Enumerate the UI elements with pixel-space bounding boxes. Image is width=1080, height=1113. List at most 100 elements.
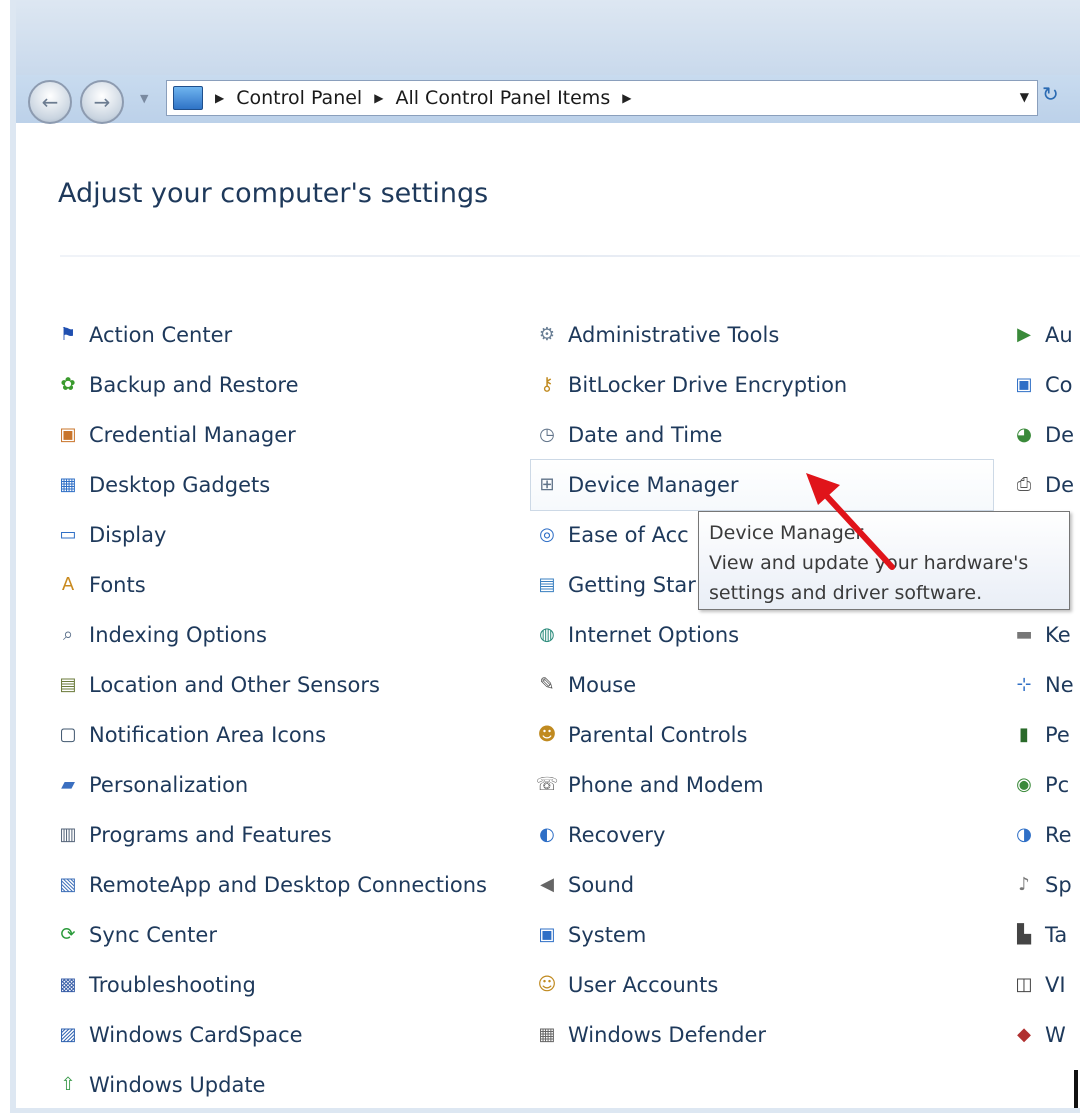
notification-icon: ▢ bbox=[59, 724, 77, 745]
parental-icon: ☻ bbox=[537, 724, 557, 745]
item-label: Co bbox=[1045, 373, 1073, 397]
monitor-icon: ▭ bbox=[59, 524, 77, 545]
vault-icon: ▣ bbox=[59, 424, 77, 445]
item-indexing-options[interactable]: ⌕ Indexing Options bbox=[56, 610, 516, 660]
divider bbox=[60, 255, 1080, 257]
item-label: Sp bbox=[1045, 873, 1072, 897]
autoplay-icon: ▶ bbox=[1017, 324, 1031, 345]
address-bar[interactable]: ▶ Control Panel ▶ All Control Panel Item… bbox=[166, 80, 1038, 116]
control-panel-icon bbox=[173, 86, 203, 110]
item-pe[interactable]: ▮ Pe bbox=[1012, 710, 1080, 760]
sync-icon: ⟳ bbox=[60, 924, 76, 945]
item-administrative-tools[interactable]: ⚙ Administrative Tools bbox=[535, 310, 995, 360]
item-w[interactable]: ◆ W bbox=[1012, 1010, 1080, 1060]
troubleshoot-icon: ▩ bbox=[59, 974, 77, 995]
item-fonts[interactable]: A Fonts bbox=[56, 560, 516, 610]
window-bottom-border bbox=[10, 1108, 1080, 1113]
item-label: System bbox=[568, 923, 647, 947]
item-ne[interactable]: ⊹ Ne bbox=[1012, 660, 1080, 710]
item-desktop-gadgets[interactable]: ▦ Desktop Gadgets bbox=[56, 460, 516, 510]
address-dropdown-icon[interactable]: ▼ bbox=[1020, 90, 1029, 104]
breadcrumb-control-panel[interactable]: Control Panel bbox=[236, 87, 362, 109]
item-action-center[interactable]: ⚑ Action Center bbox=[56, 310, 516, 360]
item-label: Date and Time bbox=[568, 423, 723, 447]
tooltip-line-2: settings and driver software. bbox=[709, 582, 983, 604]
system-icon: ▣ bbox=[538, 924, 556, 945]
item-credential-manager[interactable]: ▣ Credential Manager bbox=[56, 410, 516, 460]
item-programs-and-features[interactable]: ▥ Programs and Features bbox=[56, 810, 516, 860]
item-mouse[interactable]: ✎ Mouse bbox=[535, 660, 995, 710]
recent-pages-dropdown[interactable]: ▼ bbox=[140, 92, 148, 105]
item-label: Sync Center bbox=[89, 923, 217, 947]
item-label: De bbox=[1045, 473, 1075, 497]
item-label: Fonts bbox=[89, 573, 146, 597]
item-label: De bbox=[1045, 423, 1075, 447]
item-pc[interactable]: ◉ Pc bbox=[1012, 760, 1080, 810]
item-windows-cardspace[interactable]: ▨ Windows CardSpace bbox=[56, 1010, 516, 1060]
item-user-accounts[interactable]: ☺ User Accounts bbox=[535, 960, 995, 1010]
item-label: Parental Controls bbox=[568, 723, 748, 747]
performance-icon: ▮ bbox=[1019, 724, 1029, 745]
item-sound[interactable]: ◀ Sound bbox=[535, 860, 995, 910]
item-label: Ease of Acc bbox=[568, 523, 689, 547]
items-column-3: ▶ Au ▣ Co ◕ De ⎙ De ▬ Ke ⊹ Ne ▮ Pe ◉ Pc ◑ Re ♪ Sp ▙ Ta ◫ VI ◆ W bbox=[1012, 310, 1080, 1060]
breadcrumb-chevron-icon[interactable]: ▶ bbox=[622, 91, 631, 105]
item-notification-area-icons[interactable]: ▢ Notification Area Icons bbox=[56, 710, 516, 760]
breadcrumb-chevron-icon[interactable]: ▶ bbox=[374, 91, 383, 105]
speech-icon: ♪ bbox=[1018, 874, 1030, 895]
programs-icon: ▥ bbox=[59, 824, 77, 845]
item-bitlocker-drive-encryption[interactable]: ⚷ BitLocker Drive Encryption bbox=[535, 360, 995, 410]
item-label: RemoteApp and Desktop Connections bbox=[89, 873, 487, 897]
item-parental-controls[interactable]: ☻ Parental Controls bbox=[535, 710, 995, 760]
item-system[interactable]: ▣ System bbox=[535, 910, 995, 960]
taskbar-icon: ▙ bbox=[1017, 924, 1031, 945]
power-icon: ◉ bbox=[1016, 774, 1032, 795]
item-au[interactable]: ▶ Au bbox=[1012, 310, 1080, 360]
item-device-manager[interactable]: ⊞ Device Manager bbox=[530, 459, 994, 511]
item-recovery[interactable]: ◐ Recovery bbox=[535, 810, 995, 860]
breadcrumb-all-items[interactable]: All Control Panel Items bbox=[395, 87, 610, 109]
item-troubleshooting[interactable]: ▩ Troubleshooting bbox=[56, 960, 516, 1010]
back-button[interactable]: ← bbox=[28, 80, 72, 124]
item-ta[interactable]: ▙ Ta bbox=[1012, 910, 1080, 960]
item-display[interactable]: ▭ Display bbox=[56, 510, 516, 560]
item-co[interactable]: ▣ Co bbox=[1012, 360, 1080, 410]
item-label: Notification Area Icons bbox=[89, 723, 327, 747]
flag-icon: ⚑ bbox=[59, 324, 77, 345]
item-ke[interactable]: ▬ Ke bbox=[1012, 610, 1080, 660]
item-de[interactable]: ◕ De bbox=[1012, 410, 1080, 460]
item-vi[interactable]: ◫ VI bbox=[1012, 960, 1080, 1010]
item-label: Au bbox=[1045, 323, 1073, 347]
item-label: Windows Update bbox=[89, 1073, 266, 1097]
item-label: Ne bbox=[1045, 673, 1074, 697]
item-internet-options[interactable]: ◍ Internet Options bbox=[535, 610, 995, 660]
item-backup-and-restore[interactable]: ✿ Backup and Restore bbox=[56, 360, 516, 410]
item-sync-center[interactable]: ⟳ Sync Center bbox=[56, 910, 516, 960]
item-windows-defender[interactable]: ▦ Windows Defender bbox=[535, 1010, 995, 1060]
item-remoteapp-and-desktop-connections[interactable]: ▧ RemoteApp and Desktop Connections bbox=[56, 860, 516, 910]
network-icon: ⊹ bbox=[1016, 674, 1032, 695]
item-label: Programs and Features bbox=[89, 823, 332, 847]
forward-button[interactable]: → bbox=[80, 80, 124, 124]
item-label: Action Center bbox=[89, 323, 233, 347]
item-re[interactable]: ◑ Re bbox=[1012, 810, 1080, 860]
item-personalization[interactable]: ▰ Personalization bbox=[56, 760, 516, 810]
item-location-and-other-sensors[interactable]: ▤ Location and Other Sensors bbox=[56, 660, 516, 710]
item-label: Pe bbox=[1045, 723, 1070, 747]
clock-icon: ◷ bbox=[539, 424, 555, 445]
phone-icon: ☏ bbox=[535, 774, 559, 795]
firewall-icon: ◆ bbox=[1017, 1024, 1031, 1045]
item-de[interactable]: ⎙ De bbox=[1012, 460, 1080, 510]
item-label: Re bbox=[1045, 823, 1072, 847]
item-phone-and-modem[interactable]: ☏ Phone and Modem bbox=[535, 760, 995, 810]
ease-of-access-icon: ◎ bbox=[539, 524, 555, 545]
refresh-icon[interactable]: ↻ bbox=[1042, 82, 1059, 106]
item-label: Mouse bbox=[568, 673, 637, 697]
item-date-and-time[interactable]: ◷ Date and Time bbox=[535, 410, 995, 460]
gadgets-icon: ▦ bbox=[59, 474, 77, 495]
item-windows-update[interactable]: ⇧ Windows Update bbox=[56, 1060, 516, 1110]
item-sp[interactable]: ♪ Sp bbox=[1012, 860, 1080, 910]
item-label: Administrative Tools bbox=[568, 323, 780, 347]
resize-edge bbox=[1074, 1070, 1078, 1108]
breadcrumb-chevron-icon[interactable]: ▶ bbox=[215, 91, 224, 105]
